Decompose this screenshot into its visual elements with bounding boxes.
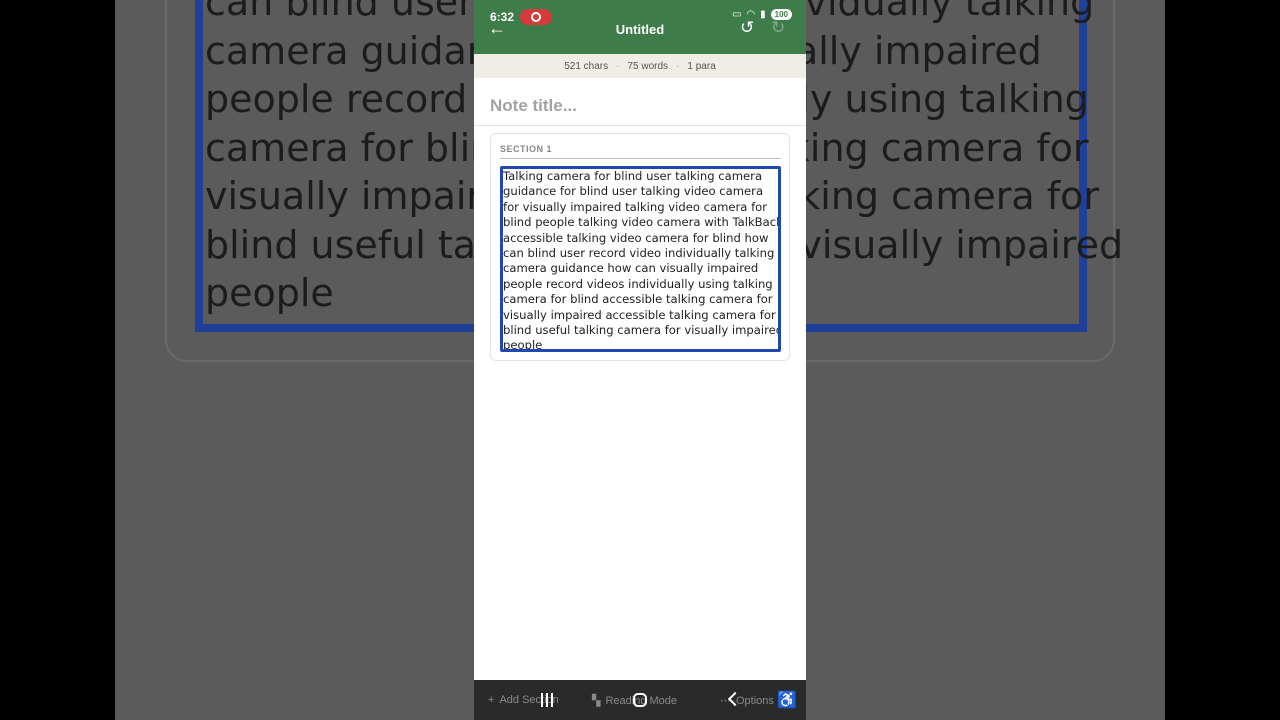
home-icon[interactable]	[633, 693, 647, 707]
app-title: Untitled	[615, 22, 665, 37]
signal-icon: ▮	[760, 9, 766, 20]
undo-icon[interactable]: ↺	[740, 18, 754, 38]
phone-screen: 6:32 ▭ ◠ ▮ 100 ← Untitled ↺ ↻ 521 chars …	[474, 0, 806, 720]
para-count: 1 para	[687, 60, 716, 72]
section-label: SECTION 1	[500, 144, 553, 154]
section-divider	[500, 158, 781, 159]
backdrop-border-left	[0, 0, 115, 720]
char-count: 521 chars	[564, 60, 609, 72]
stats-bar: 521 chars · 75 words · 1 para	[474, 54, 806, 78]
word-count: 75 words	[627, 60, 669, 72]
recent-apps-icon[interactable]	[541, 693, 553, 707]
separator-dot: ·	[616, 60, 620, 72]
book-icon: ▚	[592, 695, 601, 707]
accessibility-icon[interactable]: ♿	[777, 690, 797, 710]
options-button[interactable]: ⋯ Options	[720, 694, 774, 708]
options-label: Options	[736, 694, 774, 707]
backdrop-border-right	[1165, 0, 1280, 720]
note-title-input[interactable]	[490, 92, 790, 120]
note-title-field	[474, 84, 806, 126]
bottom-toolbar: + Add Section ▚ Reading Mode ⋯ Options ♿	[474, 680, 806, 720]
redo-icon[interactable]: ↻	[771, 18, 785, 38]
separator-dot: ·	[676, 60, 680, 72]
section-text-editor[interactable]: Talking camera for blind user talking ca…	[500, 166, 781, 352]
plus-icon: +	[488, 694, 495, 706]
app-bar: 6:32 ▭ ◠ ▮ 100 ← Untitled ↺ ↻	[474, 0, 806, 54]
section-card: SECTION 1 Talking camera for blind user …	[490, 133, 790, 361]
